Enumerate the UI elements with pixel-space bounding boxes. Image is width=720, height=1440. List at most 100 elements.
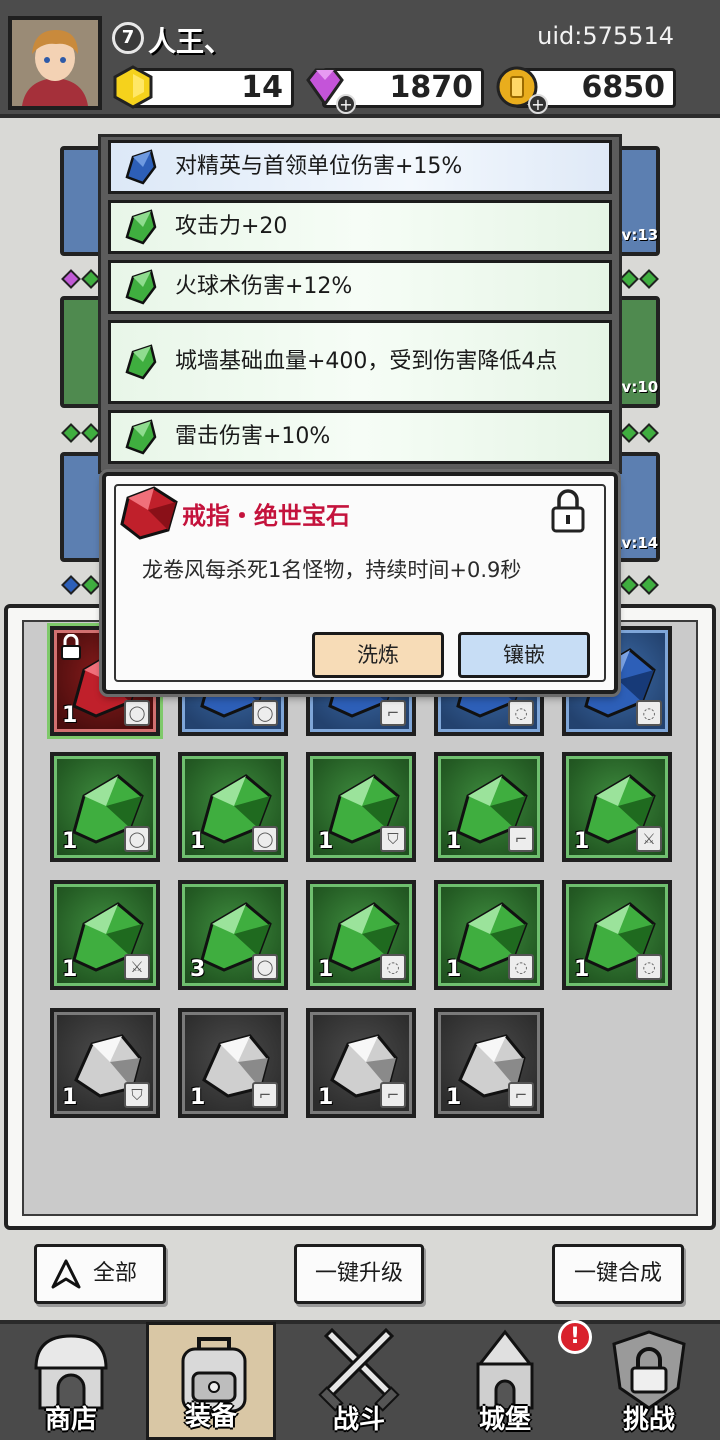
socket-green-icon [619, 269, 639, 289]
stat-text: 火球术伤害+12% [175, 274, 353, 299]
filter-all-button[interactable]: 全部 [34, 1244, 166, 1304]
necklace-slot-icon: ◌ [636, 700, 662, 726]
red-gem-icon [120, 486, 178, 540]
armor-slot-icon: ⛉ [124, 1082, 150, 1108]
ring-slot-icon: ◯ [252, 826, 278, 852]
green-gem-icon [125, 344, 157, 380]
necklace-slot-icon: ◌ [508, 700, 534, 726]
player-level-badge: 7 [112, 22, 144, 54]
ring-slot-icon: ◯ [124, 826, 150, 852]
stat-text: 对精英与首领单位伤害+15% [175, 154, 463, 179]
necklace-slot-icon: ◌ [636, 954, 662, 980]
gem-count: 1 [318, 957, 334, 982]
inventory-gem-cell[interactable]: 1 ⛉ [306, 752, 416, 862]
socket-green-icon [81, 575, 101, 595]
player-avatar[interactable] [8, 16, 102, 110]
gem-count: 1 [446, 957, 462, 982]
upgrade-all-button[interactable]: 一键升级 [294, 1244, 424, 1304]
inlay-button[interactable]: 镶嵌 [458, 632, 590, 678]
user-id: uid:575514 [537, 22, 674, 50]
green-gem-icon [125, 269, 157, 305]
blue-gem-icon [125, 149, 157, 185]
boot-slot-icon: ⌐ [252, 1082, 278, 1108]
gem-count: 1 [574, 829, 590, 854]
nav-label: 挑战 [622, 1405, 675, 1435]
inventory-gem-cell[interactable]: 1 ◌ [562, 880, 672, 990]
gem-count: 1 [318, 1085, 334, 1110]
socket-blue-icon [61, 575, 81, 595]
stat-row: 城墙基础血量+400，受到伤害降低4点 [108, 320, 612, 404]
inventory-gem-cell[interactable]: 1 ◯ [50, 752, 160, 862]
armor-slot-icon: ⛉ [380, 826, 406, 852]
inventory-gem-cell[interactable]: 3 ◯ [178, 880, 288, 990]
green-gem-icon [125, 209, 157, 245]
ring-slot-icon: ◯ [252, 954, 278, 980]
weapon-slot-icon: ⚔ [636, 826, 662, 852]
nav-label: 装备 [184, 1402, 237, 1432]
gem-description: 龙卷风每杀死1名怪物，持续时间+0.9秒 [142, 558, 522, 582]
inventory-gem-cell[interactable]: 1 ⚔ [50, 880, 160, 990]
add-diamond-icon[interactable]: + [336, 94, 356, 114]
stat-row: 攻击力+20 [108, 200, 612, 254]
gem-count: 1 [190, 1085, 206, 1110]
gold-gem-icon [113, 65, 153, 109]
stat-text: 雷击伤害+10% [175, 424, 331, 449]
player-name: 人王、 [148, 25, 233, 58]
socket-green-icon [639, 269, 659, 289]
socket-purple-icon [61, 269, 81, 289]
nav-castle[interactable]: 城堡 [440, 1322, 570, 1440]
gem-count: 1 [62, 957, 78, 982]
necklace-slot-icon: ◌ [508, 954, 534, 980]
nav-label: 商店 [44, 1405, 97, 1435]
inventory-gem-cell[interactable]: 1 ⌐ [306, 1008, 416, 1118]
nav-battle[interactable]: 战斗 [294, 1322, 424, 1440]
gem-count: 1 [62, 829, 78, 854]
lock-icon[interactable] [550, 488, 586, 534]
gem-detail-popup: 戒指・绝世宝石 龙卷风每杀死1名怪物，持续时间+0.9秒 洗炼 镶嵌 [102, 472, 618, 694]
socket-green-icon [619, 423, 639, 443]
nav-label: 战斗 [332, 1405, 385, 1435]
boot-slot-icon: ⌐ [380, 1082, 406, 1108]
socket-green-icon [639, 423, 659, 443]
nav-label: 城堡 [478, 1405, 531, 1435]
stat-row: 对精英与首领单位伤害+15% [108, 140, 612, 194]
avatar-portrait-icon [12, 20, 98, 106]
socket-green-icon [619, 575, 639, 595]
boot-slot-icon: ⌐ [508, 826, 534, 852]
ring-slot-icon: ◯ [124, 700, 150, 726]
socket-green-icon [639, 575, 659, 595]
filter-label: 全部 [93, 1261, 138, 1286]
socket-green-icon [61, 423, 81, 443]
necklace-slot-icon: ◌ [380, 954, 406, 980]
inventory-gem-cell[interactable]: 1 ⛉ [50, 1008, 160, 1118]
gem-count: 3 [190, 957, 206, 982]
lock-icon [60, 633, 82, 660]
gem-count: 1 [62, 703, 78, 728]
nav-challenge[interactable]: 挑战 [584, 1322, 714, 1440]
weapon-slot-icon: ⚔ [124, 954, 150, 980]
boot-slot-icon: ⌐ [508, 1082, 534, 1108]
top-bar: 7 人王、 uid:575514 14 1870 + 6850 + [0, 0, 720, 118]
add-coin-icon[interactable]: + [528, 94, 548, 114]
inventory-gem-cell[interactable]: 1 ◌ [434, 880, 544, 990]
inventory-gem-cell[interactable]: 1 ◯ [178, 752, 288, 862]
gem-count: 1 [190, 829, 206, 854]
gem-count: 1 [446, 1085, 462, 1110]
nav-shop[interactable]: 商店 [6, 1322, 136, 1440]
inventory-gem-cell[interactable]: 1 ◌ [306, 880, 416, 990]
merge-all-button[interactable]: 一键合成 [552, 1244, 684, 1304]
inventory-gem-cell[interactable]: 1 ⌐ [434, 1008, 544, 1118]
gem-count: 1 [318, 829, 334, 854]
stat-row: 雷击伤害+10% [108, 410, 612, 464]
inventory-gem-cell[interactable]: 1 ⚔ [562, 752, 672, 862]
navigation-arrow-icon [51, 1259, 81, 1289]
boot-slot-icon: ⌐ [380, 700, 406, 726]
nav-equipment[interactable]: 装备 [146, 1322, 276, 1440]
refine-button[interactable]: 洗炼 [312, 632, 444, 678]
gem-title: 戒指・绝世宝石 [182, 502, 350, 530]
stat-text: 攻击力+20 [175, 214, 288, 239]
gem-count: 1 [62, 1085, 78, 1110]
inventory-gem-cell[interactable]: 1 ⌐ [434, 752, 544, 862]
ring-slot-icon: ◯ [252, 700, 278, 726]
inventory-gem-cell[interactable]: 1 ⌐ [178, 1008, 288, 1118]
